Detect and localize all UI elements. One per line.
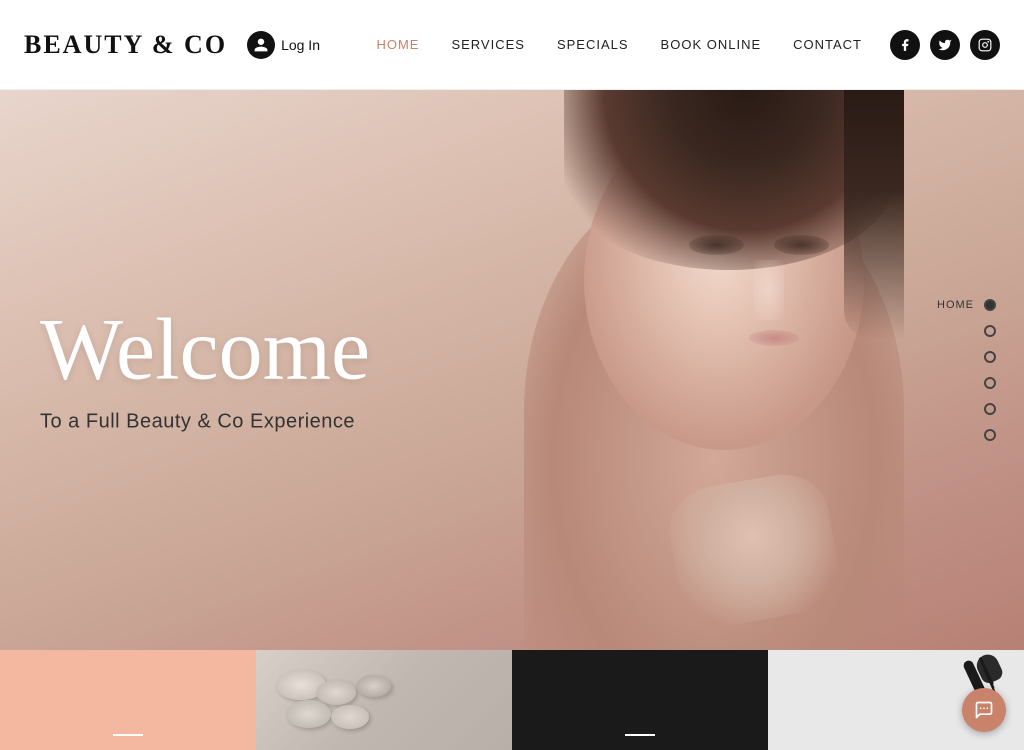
tile-facial[interactable] — [0, 650, 256, 750]
hero-content: Welcome To a Full Beauty & Co Experience — [40, 307, 370, 434]
nav-specials[interactable]: SPECIALS — [557, 37, 629, 52]
header: BEAUTY & Co Log In HOME SERVICES SPECIAL… — [0, 0, 1024, 90]
nav-contact[interactable]: CONTACT — [793, 37, 862, 52]
slide-nav-5[interactable] — [984, 403, 996, 415]
tile-spa[interactable] — [256, 650, 512, 750]
tile-1-dash — [113, 734, 143, 736]
facebook-icon[interactable] — [890, 30, 920, 60]
slide-nav-6[interactable] — [984, 429, 996, 441]
logo: BEAUTY & Co — [24, 30, 227, 60]
stone-5 — [331, 705, 369, 729]
tile-spa-background — [256, 650, 512, 750]
slide-nav-2[interactable] — [984, 325, 996, 337]
social-icons — [890, 30, 1000, 60]
slide-dot-3[interactable] — [984, 351, 996, 363]
slide-navigation: HOME — [937, 299, 996, 441]
hero-subtitle: To a Full Beauty & Co Experience — [40, 411, 370, 434]
slide-dot-1[interactable] — [984, 299, 996, 311]
welcome-heading: Welcome — [40, 307, 370, 395]
twitter-icon[interactable] — [930, 30, 960, 60]
slide-nav-3[interactable] — [984, 351, 996, 363]
login-label[interactable]: Log In — [281, 37, 320, 53]
nav-home[interactable]: HOME — [376, 37, 419, 52]
tile-3-dash — [625, 734, 655, 736]
bottom-tiles — [0, 650, 1024, 750]
stone-4 — [286, 700, 331, 728]
nav-book-online[interactable]: BOOK ONLINE — [661, 37, 762, 52]
chat-button[interactable] — [962, 688, 1006, 732]
main-nav: HOME SERVICES SPECIALS BOOK ONLINE CONTA… — [376, 37, 862, 52]
stone-2 — [316, 680, 356, 705]
slide-dot-2[interactable] — [984, 325, 996, 337]
slide-nav-1[interactable]: HOME — [937, 299, 996, 311]
slide-nav-4[interactable] — [984, 377, 996, 389]
tile-makeup[interactable] — [512, 650, 768, 750]
stone-3 — [356, 675, 391, 697]
user-icon — [247, 31, 275, 59]
instagram-icon[interactable] — [970, 30, 1000, 60]
slide-dot-6[interactable] — [984, 429, 996, 441]
hero-section: Welcome To a Full Beauty & Co Experience… — [0, 90, 1024, 650]
login-area[interactable]: Log In — [247, 31, 320, 59]
slide-dot-4[interactable] — [984, 377, 996, 389]
slide-dot-5[interactable] — [984, 403, 996, 415]
slide-nav-home-label: HOME — [937, 299, 974, 311]
nav-services[interactable]: SERVICES — [451, 37, 525, 52]
